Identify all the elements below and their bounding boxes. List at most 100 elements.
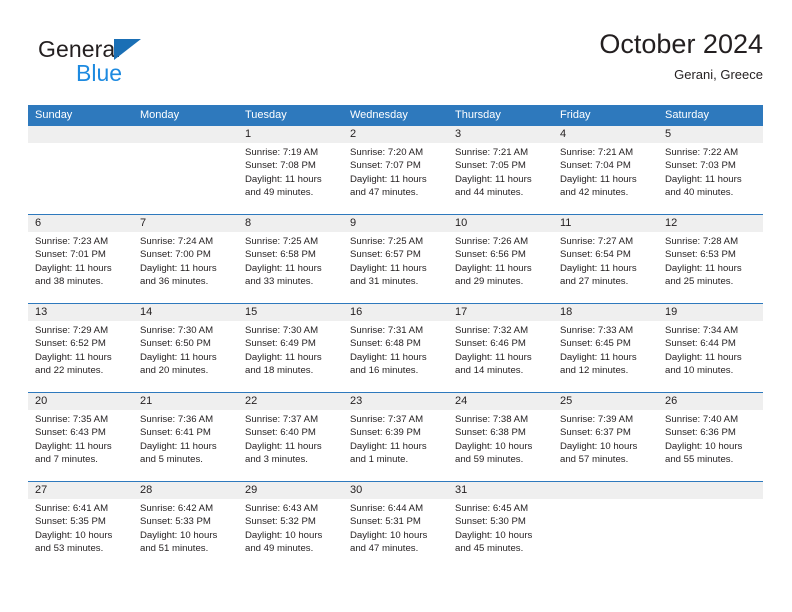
sunrise-text: Sunrise: 7:30 AM bbox=[140, 325, 214, 336]
day-cell[interactable]: 26 Sunrise: 7:40 AM Sunset: 6:36 PM Dayl… bbox=[658, 393, 763, 481]
daylight-text-line2: and 59 minutes. bbox=[455, 454, 524, 466]
day-cell[interactable]: 1 Sunrise: 7:19 AM Sunset: 7:08 PM Dayli… bbox=[238, 126, 343, 214]
day-number: 20 bbox=[35, 395, 48, 407]
daylight-text-line2: and 44 minutes. bbox=[455, 187, 524, 199]
day-cell[interactable]: 7 Sunrise: 7:24 AM Sunset: 7:00 PM Dayli… bbox=[133, 215, 238, 303]
day-cell[interactable]: 4 Sunrise: 7:21 AM Sunset: 7:04 PM Dayli… bbox=[553, 126, 658, 214]
day-number: 2 bbox=[350, 128, 357, 140]
sunrise-text: Sunrise: 7:40 AM bbox=[665, 414, 739, 425]
daylight-text-line2: and 47 minutes. bbox=[350, 187, 419, 199]
day-cell[interactable]: 30 Sunrise: 6:44 AM Sunset: 5:31 PM Dayl… bbox=[343, 482, 448, 570]
daylight-text-line1: Daylight: 11 hours bbox=[560, 262, 637, 274]
daylight-text-line2: and 1 minute. bbox=[350, 454, 409, 466]
day-cell[interactable]: 15 Sunrise: 7:30 AM Sunset: 6:49 PM Dayl… bbox=[238, 304, 343, 392]
sunrise-text: Sunrise: 7:25 AM bbox=[350, 236, 424, 247]
day-number: 1 bbox=[245, 128, 252, 140]
day-cell[interactable]: 21 Sunrise: 7:36 AM Sunset: 6:41 PM Dayl… bbox=[133, 393, 238, 481]
day-info: Sunrise: 7:32 AM Sunset: 6:46 PM Dayligh… bbox=[455, 324, 547, 378]
calendar-grid: Sunday Monday Tuesday Wednesday Thursday… bbox=[28, 105, 763, 570]
day-cell[interactable]: 2 Sunrise: 7:20 AM Sunset: 7:07 PM Dayli… bbox=[343, 126, 448, 214]
weekday-header-friday: Friday bbox=[560, 109, 591, 121]
day-cell[interactable]: 29 Sunrise: 6:43 AM Sunset: 5:32 PM Dayl… bbox=[238, 482, 343, 570]
day-cell[interactable]: 19 Sunrise: 7:34 AM Sunset: 6:44 PM Dayl… bbox=[658, 304, 763, 392]
day-number: 29 bbox=[245, 484, 258, 496]
sunrise-text: Sunrise: 7:21 AM bbox=[455, 147, 529, 158]
day-cell[interactable]: 25 Sunrise: 7:39 AM Sunset: 6:37 PM Dayl… bbox=[553, 393, 658, 481]
title-block: October 2024 Gerani, Greece bbox=[599, 28, 763, 85]
daylight-text-line1: Daylight: 10 hours bbox=[350, 529, 428, 541]
sunset-text: Sunset: 6:58 PM bbox=[245, 249, 316, 261]
sunset-text: Sunset: 6:49 PM bbox=[245, 338, 316, 350]
day-info: Sunrise: 7:37 AM Sunset: 6:39 PM Dayligh… bbox=[350, 413, 442, 467]
day-number: 13 bbox=[35, 306, 48, 318]
day-number: 14 bbox=[140, 306, 153, 318]
sunrise-text: Sunrise: 6:45 AM bbox=[455, 503, 529, 514]
day-cell[interactable] bbox=[658, 482, 763, 570]
day-info: Sunrise: 7:20 AM Sunset: 7:07 PM Dayligh… bbox=[350, 146, 442, 200]
daylight-text-line2: and 49 minutes. bbox=[245, 543, 314, 555]
daylight-text-line1: Daylight: 10 hours bbox=[665, 440, 743, 452]
day-cell[interactable]: 14 Sunrise: 7:30 AM Sunset: 6:50 PM Dayl… bbox=[133, 304, 238, 392]
daylight-text-line2: and 40 minutes. bbox=[665, 187, 734, 199]
day-number: 31 bbox=[455, 484, 468, 496]
day-cell[interactable]: 6 Sunrise: 7:23 AM Sunset: 7:01 PM Dayli… bbox=[28, 215, 133, 303]
daylight-text-line1: Daylight: 11 hours bbox=[350, 262, 427, 274]
sunrise-text: Sunrise: 7:33 AM bbox=[560, 325, 634, 336]
sunset-text: Sunset: 6:39 PM bbox=[350, 427, 421, 439]
daylight-text-line2: and 10 minutes. bbox=[665, 365, 734, 377]
daylight-text-line2: and 22 minutes. bbox=[35, 365, 104, 377]
day-cell[interactable]: 18 Sunrise: 7:33 AM Sunset: 6:45 PM Dayl… bbox=[553, 304, 658, 392]
weekday-header-saturday: Saturday bbox=[665, 109, 710, 121]
day-cell[interactable] bbox=[553, 482, 658, 570]
daylight-text-line2: and 12 minutes. bbox=[560, 365, 629, 377]
day-info: Sunrise: 6:42 AM Sunset: 5:33 PM Dayligh… bbox=[140, 502, 232, 556]
day-cell[interactable]: 20 Sunrise: 7:35 AM Sunset: 6:43 PM Dayl… bbox=[28, 393, 133, 481]
week-row: 1 Sunrise: 7:19 AM Sunset: 7:08 PM Dayli… bbox=[28, 125, 763, 214]
day-cell[interactable]: 28 Sunrise: 6:42 AM Sunset: 5:33 PM Dayl… bbox=[133, 482, 238, 570]
sunrise-text: Sunrise: 7:37 AM bbox=[350, 414, 424, 425]
day-cell[interactable]: 22 Sunrise: 7:37 AM Sunset: 6:40 PM Dayl… bbox=[238, 393, 343, 481]
day-cell[interactable]: 13 Sunrise: 7:29 AM Sunset: 6:52 PM Dayl… bbox=[28, 304, 133, 392]
day-info: Sunrise: 7:36 AM Sunset: 6:41 PM Dayligh… bbox=[140, 413, 232, 467]
day-cell[interactable] bbox=[28, 126, 133, 214]
day-cell[interactable]: 3 Sunrise: 7:21 AM Sunset: 7:05 PM Dayli… bbox=[448, 126, 553, 214]
daylight-text-line2: and 55 minutes. bbox=[665, 454, 734, 466]
general-blue-logo[interactable]: General Blue bbox=[38, 36, 238, 92]
week-row: 20 Sunrise: 7:35 AM Sunset: 6:43 PM Dayl… bbox=[28, 392, 763, 481]
day-info: Sunrise: 7:35 AM Sunset: 6:43 PM Dayligh… bbox=[35, 413, 127, 467]
daylight-text-line1: Daylight: 10 hours bbox=[455, 440, 533, 452]
day-cell[interactable] bbox=[133, 126, 238, 214]
daylight-text-line1: Daylight: 11 hours bbox=[140, 351, 217, 363]
day-cell[interactable]: 11 Sunrise: 7:27 AM Sunset: 6:54 PM Dayl… bbox=[553, 215, 658, 303]
daylight-text-line1: Daylight: 11 hours bbox=[140, 440, 217, 452]
day-info: Sunrise: 7:40 AM Sunset: 6:36 PM Dayligh… bbox=[665, 413, 757, 467]
day-cell[interactable]: 12 Sunrise: 7:28 AM Sunset: 6:53 PM Dayl… bbox=[658, 215, 763, 303]
week-row: 6 Sunrise: 7:23 AM Sunset: 7:01 PM Dayli… bbox=[28, 214, 763, 303]
day-cell[interactable]: 16 Sunrise: 7:31 AM Sunset: 6:48 PM Dayl… bbox=[343, 304, 448, 392]
daylight-text-line2: and 45 minutes. bbox=[455, 543, 524, 555]
sunrise-text: Sunrise: 7:27 AM bbox=[560, 236, 634, 247]
day-cell[interactable]: 9 Sunrise: 7:25 AM Sunset: 6:57 PM Dayli… bbox=[343, 215, 448, 303]
day-cell[interactable]: 31 Sunrise: 6:45 AM Sunset: 5:30 PM Dayl… bbox=[448, 482, 553, 570]
daylight-text-line2: and 31 minutes. bbox=[350, 276, 419, 288]
day-cell[interactable]: 17 Sunrise: 7:32 AM Sunset: 6:46 PM Dayl… bbox=[448, 304, 553, 392]
sunset-text: Sunset: 7:01 PM bbox=[35, 249, 106, 261]
sunset-text: Sunset: 6:38 PM bbox=[455, 427, 526, 439]
day-cell[interactable]: 5 Sunrise: 7:22 AM Sunset: 7:03 PM Dayli… bbox=[658, 126, 763, 214]
day-number: 21 bbox=[140, 395, 153, 407]
sunset-text: Sunset: 6:50 PM bbox=[140, 338, 211, 350]
daylight-text-line2: and 20 minutes. bbox=[140, 365, 209, 377]
sunrise-text: Sunrise: 7:31 AM bbox=[350, 325, 424, 336]
daylight-text-line1: Daylight: 11 hours bbox=[35, 440, 112, 452]
daylight-text-line1: Daylight: 11 hours bbox=[245, 440, 322, 452]
day-number: 4 bbox=[560, 128, 567, 140]
day-cell[interactable]: 27 Sunrise: 6:41 AM Sunset: 5:35 PM Dayl… bbox=[28, 482, 133, 570]
day-cell[interactable]: 10 Sunrise: 7:26 AM Sunset: 6:56 PM Dayl… bbox=[448, 215, 553, 303]
daylight-text-line1: Daylight: 11 hours bbox=[665, 351, 742, 363]
week-row: 27 Sunrise: 6:41 AM Sunset: 5:35 PM Dayl… bbox=[28, 481, 763, 570]
sunset-text: Sunset: 6:43 PM bbox=[35, 427, 106, 439]
day-cell[interactable]: 23 Sunrise: 7:37 AM Sunset: 6:39 PM Dayl… bbox=[343, 393, 448, 481]
day-cell[interactable]: 8 Sunrise: 7:25 AM Sunset: 6:58 PM Dayli… bbox=[238, 215, 343, 303]
day-cell[interactable]: 24 Sunrise: 7:38 AM Sunset: 6:38 PM Dayl… bbox=[448, 393, 553, 481]
page-title: October 2024 bbox=[599, 29, 763, 59]
